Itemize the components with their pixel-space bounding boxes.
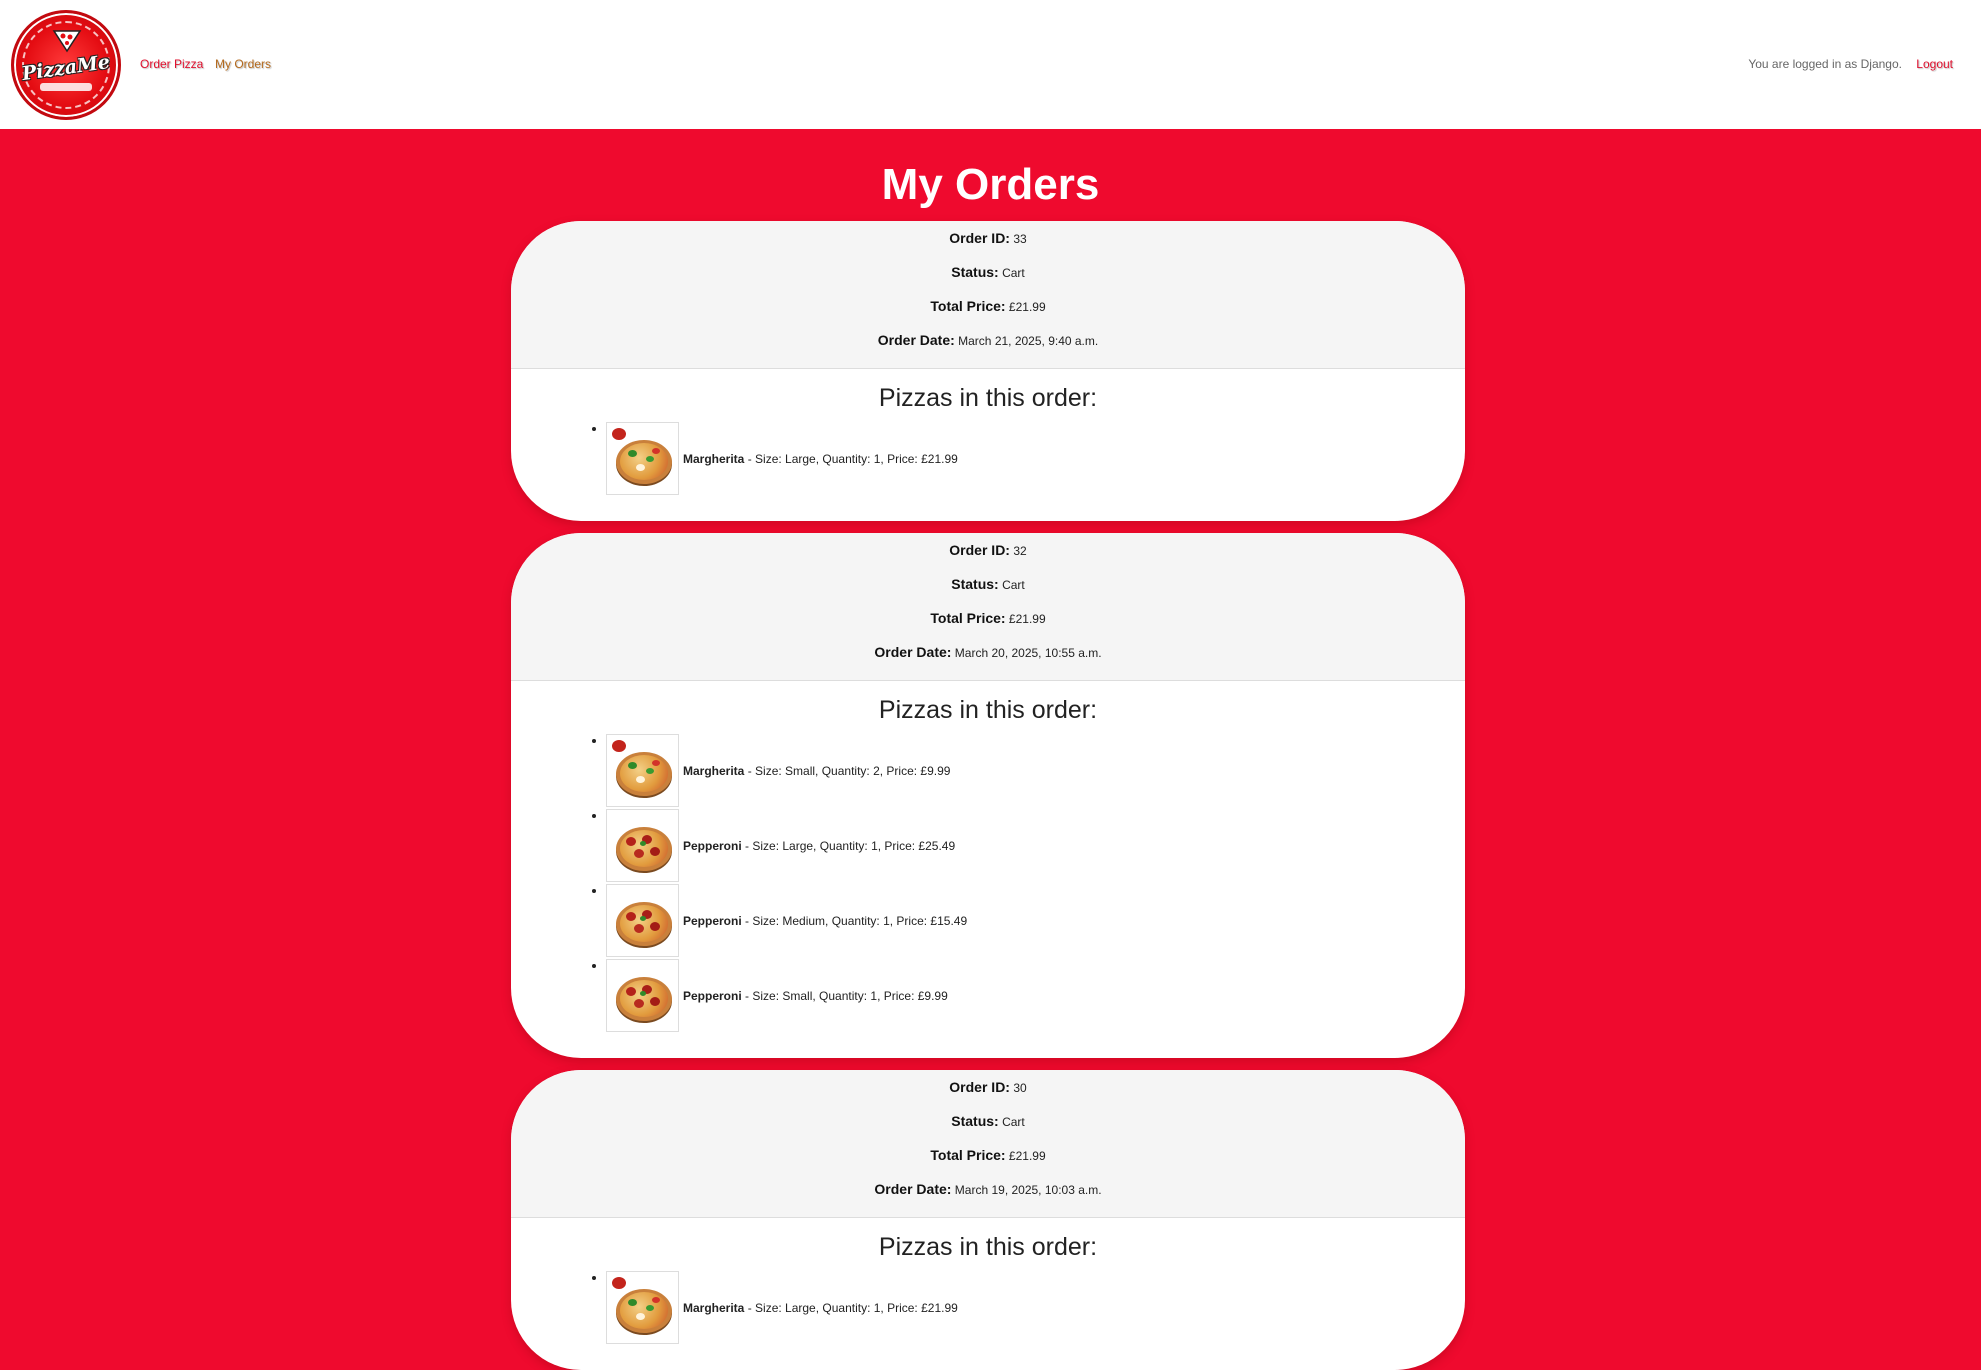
pizza-details: - Size: Large, Quantity: 1, Price: £21.9… (744, 1300, 958, 1315)
list-item: Margherita - Size: Small, Quantity: 2, P… (606, 733, 1465, 808)
order-date-label: Order Date: (874, 1181, 952, 1197)
total-price-row: Total Price: £21.99 (511, 297, 1465, 331)
pizza-item-text: Pepperoni - Size: Medium, Quantity: 1, P… (683, 914, 967, 928)
pizzas-heading: Pizzas in this order: (878, 1233, 1098, 1261)
pizza-list: Margherita - Size: Small, Quantity: 2, P… (511, 733, 1465, 1033)
order-date-row: Order Date: March 20, 2025, 10:55 a.m. (511, 643, 1465, 677)
list-item: Pepperoni - Size: Medium, Quantity: 1, P… (606, 883, 1465, 958)
total-price-label: Total Price: (930, 298, 1006, 314)
order-date-row: Order Date: March 19, 2025, 10:03 a.m. (511, 1180, 1465, 1214)
total-price-row: Total Price: £21.99 (511, 1146, 1465, 1180)
order-id-label: Order ID: (949, 230, 1010, 246)
pizza-name: Margherita (683, 451, 745, 466)
pizza-item-text: Margherita - Size: Large, Quantity: 1, P… (683, 452, 958, 466)
order-pizzas: Pizzas in this order: Margherita - Size:… (511, 1218, 1465, 1345)
list-item: Margherita - Size: Large, Quantity: 1, P… (606, 421, 1465, 496)
order-summary: Order ID: 30 Status: Cart Total Price: £… (511, 1070, 1465, 1218)
list-item: Pepperoni - Size: Small, Quantity: 1, Pr… (606, 958, 1465, 1033)
status-row: Status: Cart (511, 263, 1465, 297)
order-id-value: 33 (1013, 232, 1027, 246)
pizza-item-text: Margherita - Size: Small, Quantity: 2, P… (683, 764, 950, 778)
status-value: Cart (1002, 578, 1025, 592)
status-row: Status: Cart (511, 1112, 1465, 1146)
order-card: Order ID: 33 Status: Cart Total Price: £… (511, 221, 1465, 521)
list-item: Margherita - Size: Large, Quantity: 1, P… (606, 1270, 1465, 1345)
pizza-details: - Size: Large, Quantity: 1, Price: £25.4… (741, 838, 956, 853)
order-id-row: Order ID: 30 (511, 1078, 1465, 1112)
total-price-value: £21.99 (1008, 1149, 1046, 1163)
order-card: Order ID: 30 Status: Cart Total Price: £… (511, 1070, 1465, 1370)
pizza-thumbnail (606, 422, 679, 495)
nav-order-pizza[interactable]: Order Pizza (140, 57, 203, 71)
pizza-details: - Size: Medium, Quantity: 1, Price: £15.… (741, 913, 968, 928)
pizza-thumbnail (606, 1271, 679, 1344)
pizza-name: Margherita (683, 763, 745, 778)
pizza-item-text: Pepperoni - Size: Small, Quantity: 1, Pr… (683, 989, 948, 1003)
order-date-value: March 21, 2025, 9:40 a.m. (958, 334, 1099, 348)
status-label: Status: (951, 576, 999, 592)
order-id-value: 30 (1013, 1081, 1027, 1095)
pizza-details: - Size: Small, Quantity: 2, Price: £9.99 (744, 763, 951, 778)
pizza-thumbnail (606, 734, 679, 807)
pizza-slice-icon (52, 30, 82, 53)
logout-link[interactable]: Logout (1916, 57, 1953, 71)
order-id-row: Order ID: 33 (511, 229, 1465, 263)
page-title: My Orders (881, 160, 1100, 209)
list-item: Pepperoni - Size: Large, Quantity: 1, Pr… (606, 808, 1465, 883)
total-price-label: Total Price: (930, 610, 1006, 626)
status-value: Cart (1002, 1115, 1025, 1129)
order-date-value: March 19, 2025, 10:03 a.m. (954, 1183, 1102, 1197)
pizza-thumbnail (606, 809, 679, 882)
status-label: Status: (951, 1113, 999, 1129)
pizza-list: Margherita - Size: Large, Quantity: 1, P… (511, 1270, 1465, 1345)
order-id-label: Order ID: (949, 1079, 1010, 1095)
pizza-details: - Size: Large, Quantity: 1, Price: £21.9… (744, 451, 958, 466)
pizza-item-text: Pepperoni - Size: Large, Quantity: 1, Pr… (683, 839, 955, 853)
total-price-value: £21.99 (1008, 300, 1046, 314)
pizzas-heading: Pizzas in this order: (878, 384, 1098, 412)
order-card: Order ID: 32 Status: Cart Total Price: £… (511, 533, 1465, 1058)
order-date-label: Order Date: (877, 332, 955, 348)
pizza-thumbnail (606, 884, 679, 957)
pizzas-heading: Pizzas in this order: (878, 696, 1098, 724)
pizza-thumbnail (606, 959, 679, 1032)
pizza-name: Pepperoni (683, 838, 742, 853)
pizza-item-text: Margherita - Size: Large, Quantity: 1, P… (683, 1301, 958, 1315)
pizza-name: Margherita (683, 1300, 745, 1315)
logo-banner (40, 83, 92, 91)
pizzame-logo[interactable]: PizzaMe (11, 10, 121, 120)
total-price-value: £21.99 (1008, 612, 1046, 626)
order-date-row: Order Date: March 21, 2025, 9:40 a.m. (511, 331, 1465, 365)
order-date-value: March 20, 2025, 10:55 a.m. (954, 646, 1102, 660)
order-pizzas: Pizzas in this order: Margherita - Size:… (511, 369, 1465, 496)
top-navbar: PizzaMe Order Pizza My Orders You are lo… (0, 0, 1981, 129)
logged-in-status: You are logged in as Django. (1748, 57, 1902, 71)
status-label: Status: (951, 264, 999, 280)
order-summary: Order ID: 32 Status: Cart Total Price: £… (511, 533, 1465, 681)
pizza-name: Pepperoni (683, 913, 742, 928)
order-id-value: 32 (1013, 544, 1027, 558)
nav-my-orders[interactable]: My Orders (215, 57, 271, 71)
order-id-row: Order ID: 32 (511, 541, 1465, 575)
pizza-list: Margherita - Size: Large, Quantity: 1, P… (511, 421, 1465, 496)
pizza-name: Pepperoni (683, 988, 742, 1003)
order-pizzas: Pizzas in this order: Margherita - Size:… (511, 681, 1465, 1033)
order-id-label: Order ID: (949, 542, 1010, 558)
order-summary: Order ID: 33 Status: Cart Total Price: £… (511, 221, 1465, 369)
status-value: Cart (1002, 266, 1025, 280)
status-row: Status: Cart (511, 575, 1465, 609)
order-date-label: Order Date: (874, 644, 952, 660)
total-price-label: Total Price: (930, 1147, 1006, 1163)
total-price-row: Total Price: £21.99 (511, 609, 1465, 643)
pizza-details: - Size: Small, Quantity: 1, Price: £9.99 (741, 988, 948, 1003)
